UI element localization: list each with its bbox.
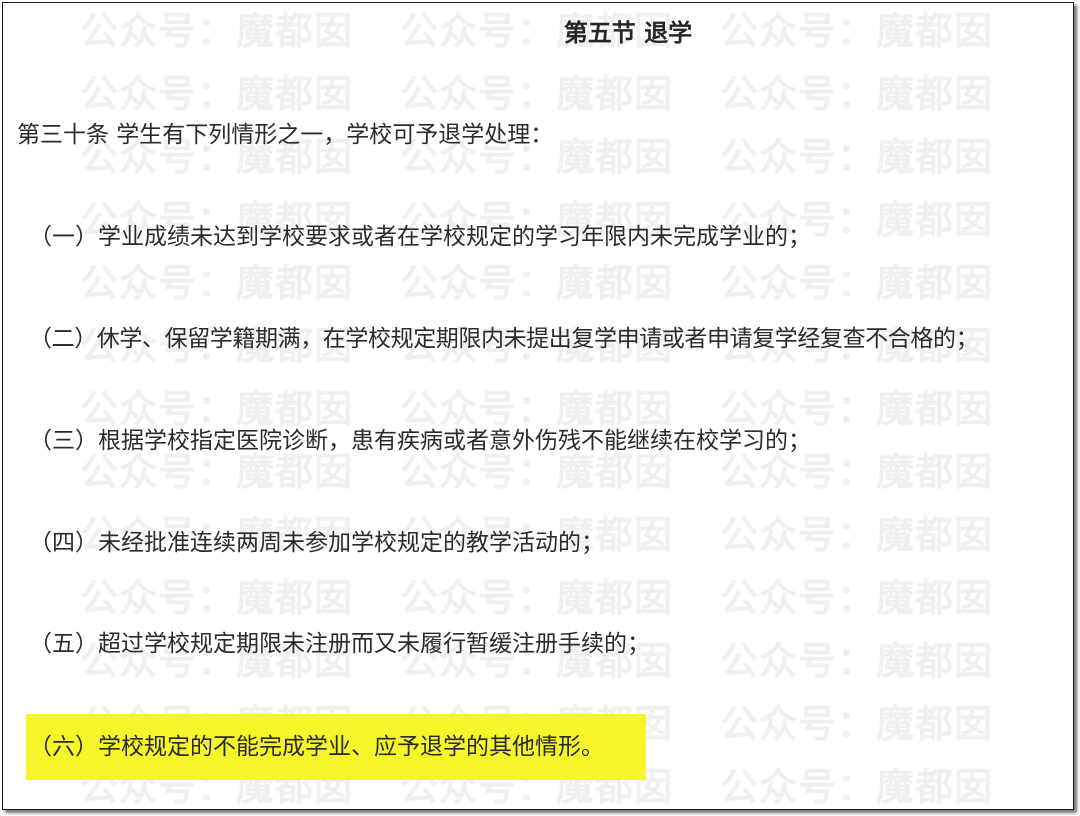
list-item: （四）未经批准连续两周未参加学校规定的教学活动的； [29, 530, 604, 556]
list-item-highlighted: （六）学校规定的不能完成学业、应予退学的其他情形。 [29, 734, 604, 760]
list-item: （二）休学、保留学籍期满，在学校规定期限内未提出复学申请或者申请复学经复查不合格… [29, 326, 979, 352]
list-item: （三）根据学校指定医院诊断，患有疾病或者意外伤残不能继续在校学习的； [29, 428, 811, 454]
document-content: 第五节 退学 第三十条 学生有下列情形之一，学校可予退学处理： （一）学业成绩未… [0, 0, 1080, 816]
list-item: （一）学业成绩未达到学校要求或者在学校规定的学习年限内未完成学业的； [29, 224, 811, 250]
article-intro: 第三十条 学生有下列情形之一，学校可予退学处理： [17, 122, 554, 148]
section-title: 第五节 退学 [563, 19, 693, 47]
list-item: （五）超过学校规定期限未注册而又未履行暂缓注册手续的； [29, 631, 650, 657]
page: 公众号：魔都囡公众号：魔都囡公众号：魔都囡公众号：魔都囡公众号：魔都囡公众号：魔… [0, 0, 1080, 816]
